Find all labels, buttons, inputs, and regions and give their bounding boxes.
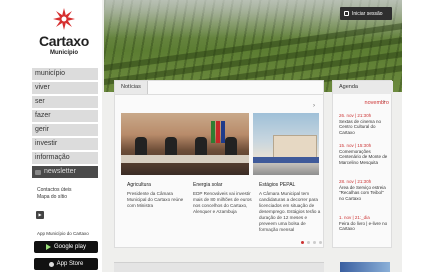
- news-item-text: EDP Renováveis vai investir mais de 80 m…: [193, 191, 252, 214]
- agenda-month: novembro: [364, 100, 389, 106]
- carousel-dot[interactable]: [313, 241, 316, 244]
- app-store-label: App Store: [56, 261, 84, 267]
- newsletter-label: newsletter: [44, 168, 76, 175]
- meeting-table: [121, 155, 249, 163]
- person: [135, 137, 147, 157]
- envelope-icon: [35, 169, 41, 175]
- person: [165, 137, 177, 157]
- carousel-dot[interactable]: [301, 241, 304, 244]
- flag: [216, 121, 220, 143]
- carousel-dot[interactable]: [319, 241, 322, 244]
- panel-divider: [115, 94, 323, 95]
- event-text: Área de Serviço estreia "Recalhas com Te…: [339, 184, 386, 201]
- link-contactos[interactable]: Contactos úteis: [37, 187, 71, 194]
- carousel-dots: [301, 241, 322, 244]
- person: [225, 137, 237, 157]
- agenda-event[interactable]: 1. nov | 21:_dia Feira do livro | e-livr…: [339, 215, 389, 232]
- sidebar: Cartaxo Município município viver ser fa…: [24, 0, 102, 272]
- menu-item-newsletter[interactable]: newsletter: [32, 166, 98, 178]
- news-item-title: Agricultura: [127, 182, 151, 188]
- menu-item-viver[interactable]: viver: [32, 82, 98, 94]
- cartaxo-logo-icon[interactable]: [53, 8, 75, 30]
- menu-item-ser[interactable]: ser: [32, 96, 98, 108]
- agenda-panel: Agenda novembro › 26. nov | 21:30h Sexta…: [332, 80, 393, 248]
- news-item-title: Estágios PEPAL: [259, 182, 296, 188]
- google-play-label: Google play: [53, 244, 87, 250]
- menu-item-investir[interactable]: investir: [32, 138, 98, 150]
- news-panel: Notícias › Agricultura Presidente da Câm…: [114, 80, 324, 248]
- menu-item-municipio[interactable]: município: [32, 68, 98, 80]
- event-text: Feira do livro | e-livre no Cartaxo: [339, 220, 388, 232]
- news-item[interactable]: Energia solar EDP Renováveis vai investi…: [193, 182, 255, 215]
- event-text: Sextas de cinema no Centro Cultural do C…: [339, 118, 382, 135]
- news-photo-meeting[interactable]: [121, 113, 249, 175]
- agenda-event[interactable]: 26. nov | 21:30h Sextas de cinema no Cen…: [339, 113, 389, 135]
- news-photo-building[interactable]: [253, 113, 319, 175]
- lock-icon: [344, 11, 349, 16]
- agenda-event[interactable]: 15. nov | 15:30h Comemorações Centenário…: [339, 143, 389, 165]
- next-month-icon[interactable]: ›: [383, 99, 385, 105]
- flag: [211, 121, 215, 143]
- tab-agenda[interactable]: Agenda: [333, 81, 393, 94]
- news-item-title: Energia solar: [193, 182, 223, 188]
- link-mapa-sitio[interactable]: Mapa do sítio: [37, 194, 71, 201]
- youtube-icon[interactable]: ▶: [36, 211, 44, 219]
- news-item[interactable]: Estágios PEPAL A Câmara Municipal tem ca…: [259, 182, 321, 233]
- site-subtitle: Município: [50, 50, 78, 56]
- news-item-text: Presidente da Câmara Municipal do Cartax…: [127, 191, 184, 208]
- main-menu: município viver ser fazer gerir investir…: [32, 68, 98, 180]
- person: [195, 137, 207, 157]
- news-item-text: A Câmara Municipal tem candidaturas a de…: [259, 191, 321, 232]
- tab-noticias[interactable]: Notícias: [115, 81, 148, 94]
- banner-strip: [253, 157, 319, 163]
- agenda-event[interactable]: 28. nov | 21:30h Área de Serviço estreia…: [339, 179, 389, 201]
- menu-item-fazer[interactable]: fazer: [32, 110, 98, 122]
- app-store-button[interactable]: App Store: [34, 258, 98, 270]
- news-item[interactable]: Agricultura Presidente da Câmara Municip…: [127, 182, 189, 209]
- lower-section-tab: [114, 262, 324, 272]
- google-play-button[interactable]: Google play: [34, 241, 98, 253]
- menu-item-gerir[interactable]: gerir: [32, 124, 98, 136]
- login-label: Iniciar sessão: [352, 10, 383, 17]
- building: [273, 135, 317, 159]
- login-button[interactable]: Iniciar sessão: [340, 7, 392, 20]
- google-play-icon: [45, 244, 51, 250]
- next-arrow-icon[interactable]: ›: [313, 103, 315, 109]
- carousel-dot[interactable]: [307, 241, 310, 244]
- lower-banner-thumbnail[interactable]: [340, 262, 390, 272]
- app-title: App Município do Cartaxo: [37, 231, 89, 236]
- site-title: Cartaxo: [38, 33, 90, 49]
- apple-icon: [48, 261, 54, 267]
- side-links: Contactos úteis Mapa do sítio: [37, 187, 71, 201]
- event-text: Comemorações Centenário de Monte de Marc…: [339, 148, 388, 165]
- menu-item-informacao[interactable]: informação: [32, 152, 98, 164]
